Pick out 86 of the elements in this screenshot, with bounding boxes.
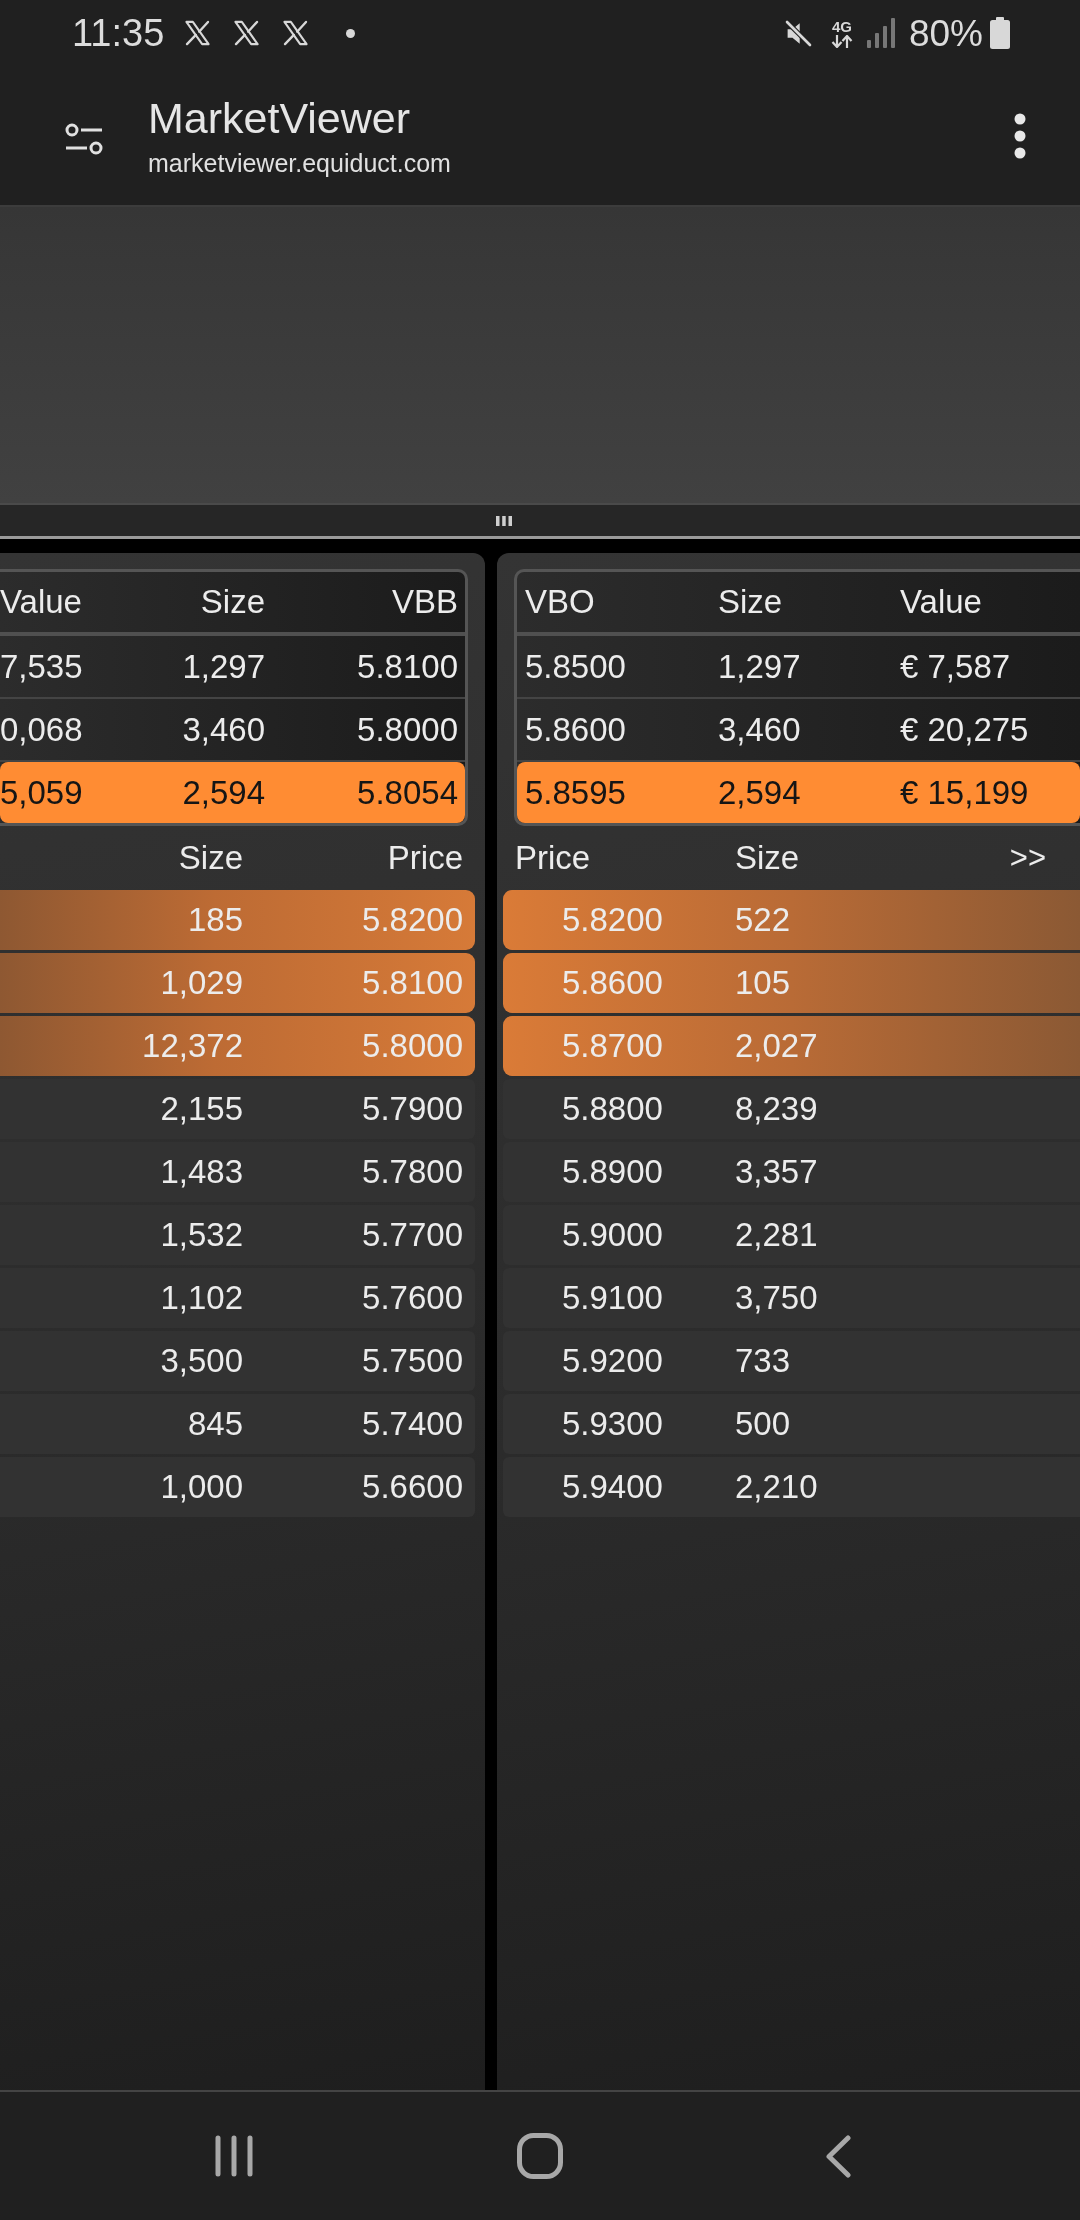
table-cell-text: 5.6600 <box>361 1468 463 1506</box>
table-cell-text: 185 <box>186 901 243 939</box>
table-cell-text: 5.8200 <box>562 901 664 939</box>
clock-time: 11:35 <box>72 14 165 52</box>
table-cell-text: € 20,275 <box>900 710 1030 749</box>
table-cell-text: 1,000 <box>159 1468 243 1506</box>
table-cell-text: 5.7900 <box>361 1090 463 1128</box>
table-cell-text: 7,535 <box>0 647 84 686</box>
table-cell-text: 2,210 <box>735 1468 819 1506</box>
table-cell-text: 2,594 <box>718 773 802 812</box>
table-cell-text: 5.8000 <box>361 1027 463 1065</box>
table-cell-text: 5.9200 <box>562 1342 664 1380</box>
table-cell-text: 5.7500 <box>361 1342 463 1380</box>
back-icon[interactable] <box>826 2134 851 2178</box>
table-cell-text: 5.8800 <box>562 1090 664 1128</box>
table-cell-text: 5.8600 <box>562 964 664 1002</box>
table-cell-text: 105 <box>735 964 792 1002</box>
page-url: marketviewer.equiduct.com <box>148 147 451 178</box>
drag-handle-icon[interactable] <box>496 515 512 526</box>
table-cell-text: 5.8700 <box>562 1027 664 1065</box>
column-header: Size <box>177 839 243 877</box>
more-options-icon[interactable] <box>1014 112 1026 159</box>
table-cell-text: 2,027 <box>735 1027 819 1065</box>
table-cell-text: 5.7700 <box>361 1216 463 1254</box>
table-cell-text: 5.7800 <box>361 1153 463 1191</box>
table-cell-text: 522 <box>735 901 792 939</box>
battery-icon <box>990 17 1010 49</box>
table-cell-text: 8,239 <box>735 1090 819 1128</box>
column-header: Value <box>900 583 983 621</box>
table-cell-text: 3,460 <box>718 710 802 749</box>
column-header: Value <box>0 583 83 621</box>
table-cell-text: € 15,199 <box>900 773 1030 812</box>
table-cell-text: 5.8200 <box>361 901 463 939</box>
column-header: VBO <box>525 583 596 621</box>
table-cell-text: 5,059 <box>0 773 84 812</box>
data-arrows-icon <box>830 34 853 48</box>
table-cell-text: 1,483 <box>159 1153 243 1191</box>
table-cell-text: 3,750 <box>735 1279 819 1317</box>
table-cell-text: 3,500 <box>159 1342 243 1380</box>
table-cell-text: 3,460 <box>181 710 265 749</box>
column-header: Size <box>199 583 265 621</box>
table-cell-text: 500 <box>735 1405 792 1443</box>
table-cell-text: 5.8600 <box>525 710 627 749</box>
table-cell-text: 1,102 <box>159 1279 243 1317</box>
column-header: Size <box>735 839 801 877</box>
table-cell-text: 845 <box>186 1405 243 1443</box>
table-cell-text: 5.9400 <box>562 1468 664 1506</box>
table-cell-text: 1,532 <box>159 1216 243 1254</box>
table-cell-text: 5.8500 <box>525 647 627 686</box>
mute-icon <box>783 18 813 48</box>
resize-bar[interactable] <box>0 503 1080 539</box>
table-cell-text: 0,068 <box>0 710 84 749</box>
table-cell-text: 2,155 <box>159 1090 243 1128</box>
table-cell-text: 1,297 <box>718 647 802 686</box>
recent-apps-icon[interactable] <box>215 2135 253 2177</box>
table-cell-text: 2,594 <box>181 773 265 812</box>
sliders-icon[interactable] <box>65 122 103 155</box>
column-header: Price <box>386 839 463 877</box>
column-header: VBB <box>390 583 458 621</box>
table-cell-text: 5.7600 <box>361 1279 463 1317</box>
table-cell-text: 1,297 <box>181 647 265 686</box>
table-cell-text: 2,281 <box>735 1216 819 1254</box>
table-cell-text: 5.9300 <box>562 1405 664 1443</box>
table-cell-text: 5.8595 <box>525 773 627 812</box>
home-icon[interactable] <box>516 2133 563 2179</box>
table-cell-text: 5.8100 <box>356 647 458 686</box>
notification-dot-icon <box>346 28 356 38</box>
more-button[interactable]: >> <box>1009 840 1046 876</box>
table-cell-text: 3,357 <box>735 1153 819 1191</box>
table-cell-text: 5.9000 <box>562 1216 664 1254</box>
table-cell-text: € 7,587 <box>900 647 1012 686</box>
app-title: MarketViewer <box>148 93 412 142</box>
table-cell-text: 12,372 <box>141 1027 243 1065</box>
table-cell-text: 1,029 <box>159 964 243 1002</box>
table-cell-text: 733 <box>735 1342 792 1380</box>
network-type: 4G <box>831 18 852 34</box>
table-cell-text: 5.8000 <box>356 710 458 749</box>
column-header: Size <box>718 583 784 621</box>
table-cell-text: 5.8054 <box>356 773 458 812</box>
table-cell-text: 5.8100 <box>361 964 463 1002</box>
table-cell-text: 5.7400 <box>361 1405 463 1443</box>
column-header: Price <box>515 839 592 877</box>
battery-percent: 80% <box>908 14 983 52</box>
table-cell-text: 5.8900 <box>562 1153 664 1191</box>
table-cell-text: 5.9100 <box>562 1279 664 1317</box>
signal-icon <box>866 18 895 48</box>
